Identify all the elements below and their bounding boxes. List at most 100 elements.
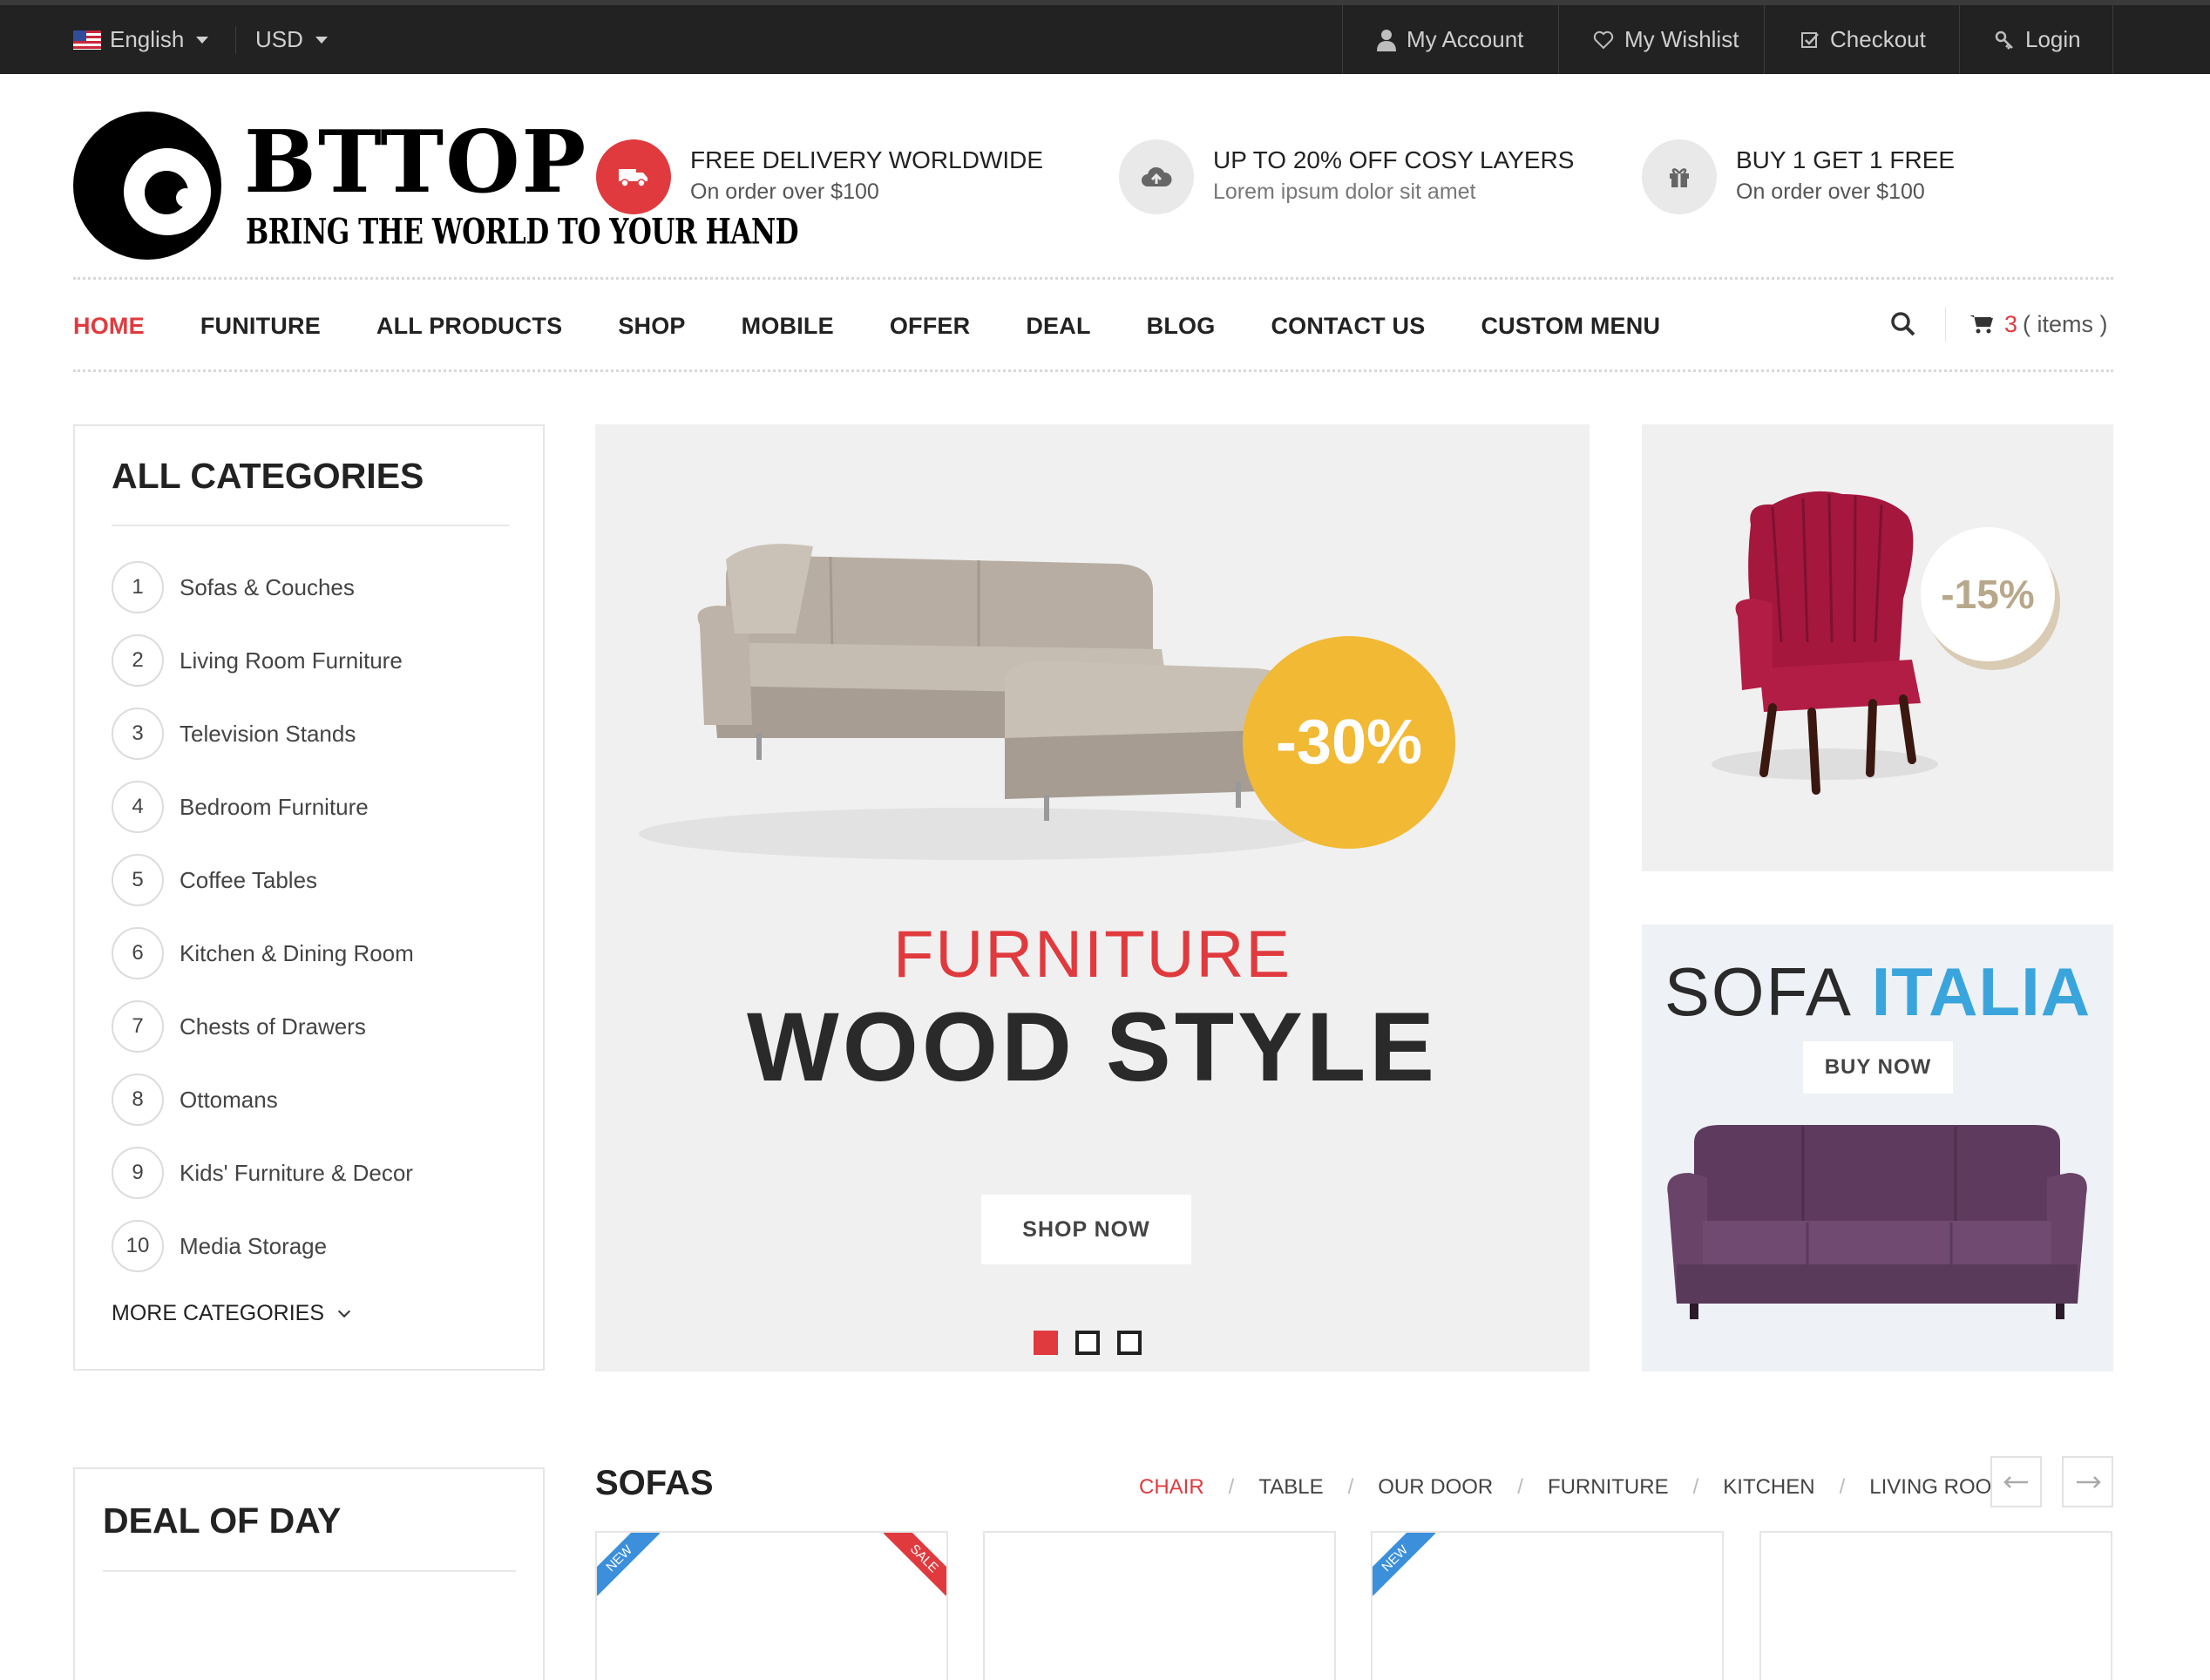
next-arrow-button[interactable] [2062, 1456, 2113, 1507]
nav-offer[interactable]: OFFER [890, 313, 971, 340]
category-item[interactable]: 4 Bedroom Furniture [112, 780, 369, 834]
checkout-link[interactable]: Checkout [1800, 5, 1926, 74]
deal-of-day-panel: DEAL OF DAY [73, 1467, 545, 1680]
language-selector[interactable]: English [73, 5, 209, 74]
my-wishlist-link[interactable]: My Wishlist [1593, 5, 1739, 74]
product-card[interactable] [1759, 1531, 2112, 1680]
category-item[interactable]: 10 Media Storage [112, 1219, 327, 1273]
feature-subtitle: Lorem ipsum dolor sit amet [1213, 180, 1476, 205]
product-card[interactable]: NEW SALE [595, 1531, 948, 1680]
language-label: English [110, 26, 185, 52]
logo[interactable]: BTTOP BRING THE WORLD TO YOUR HAND [73, 112, 799, 260]
prev-arrow-button[interactable] [1990, 1456, 2042, 1507]
nav-custom-menu[interactable]: CUSTOM MENU [1481, 313, 1660, 340]
divider [1945, 307, 1946, 342]
cart-icon [1969, 315, 1993, 334]
category-label: Kids' Furniture & Decor [180, 1159, 413, 1186]
category-label: Sofas & Couches [180, 573, 355, 600]
tab-living-room[interactable]: LIVING ROOM [1869, 1475, 2009, 1500]
discount-badge: -30% [1243, 636, 1455, 849]
my-wishlist-label: My Wishlist [1624, 26, 1739, 52]
checkbox-icon [1801, 31, 1819, 48]
banner-title-word: SOFA [1664, 953, 1853, 1030]
category-item[interactable]: 2 Living Room Furniture [112, 633, 403, 688]
armchair-image [1712, 491, 1938, 795]
category-number: 8 [112, 1074, 164, 1126]
category-item[interactable]: 5 Coffee Tables [112, 853, 317, 907]
cart-button[interactable]: 3 ( items ) [1969, 307, 2108, 342]
category-number: 9 [112, 1147, 164, 1199]
category-item[interactable]: 6 Kitchen & Dining Room [112, 926, 414, 980]
search-icon[interactable] [1889, 310, 1917, 338]
categories-panel: ALL CATEGORIES 1 Sofas & Couches 2 Livin… [73, 424, 545, 1371]
truck-icon [596, 139, 671, 214]
more-categories-label: MORE CATEGORIES [112, 1301, 325, 1325]
tab-chair[interactable]: CHAIR [1139, 1475, 1204, 1500]
nav-furniture[interactable]: FUNITURE [200, 313, 321, 340]
category-item[interactable]: 3 Television Stands [112, 707, 356, 761]
new-ribbon: NEW [597, 1533, 660, 1595]
product-card[interactable] [983, 1531, 1336, 1680]
nav-home[interactable]: HOME [73, 313, 145, 340]
logo-tagline: BRING THE WORLD TO YOUR HAND [246, 212, 799, 253]
currency-selector[interactable]: USD [255, 5, 328, 74]
nav-all-products[interactable]: ALL PRODUCTS [376, 313, 562, 340]
key-icon [1995, 30, 2013, 50]
tab-kitchen[interactable]: KITCHEN [1723, 1475, 1814, 1500]
category-item[interactable]: 9 Kids' Furniture & Decor [112, 1146, 413, 1200]
category-number: 6 [112, 927, 164, 979]
category-number: 2 [112, 634, 164, 687]
nav-deal[interactable]: DEAL [1026, 313, 1090, 340]
tab-separator: / [1839, 1475, 1846, 1499]
product-card[interactable]: NEW [1371, 1531, 1724, 1680]
more-categories-link[interactable]: MORE CATEGORIES [112, 1301, 351, 1326]
slide-dot[interactable] [1117, 1331, 1142, 1355]
slide-title: WOOD STYLE [747, 992, 1438, 1101]
cart-count: 3 [2004, 310, 2018, 337]
feature-discount: UP TO 20% OFF COSY LAYERS Lorem ipsum do… [1119, 138, 1574, 216]
feature-subtitle: On order over $100 [690, 180, 879, 205]
login-link[interactable]: Login [1994, 5, 2081, 74]
checkout-label: Checkout [1830, 26, 1926, 52]
sofa-italia-banner[interactable]: SOFA ITALIA BUY NOW [1642, 925, 2113, 1372]
top-bar: English USD My Account My Wishlist Check… [0, 0, 2210, 74]
caret-down-icon [315, 36, 328, 44]
tab-our-door[interactable]: OUR DOOR [1378, 1475, 1493, 1500]
chair-promo-banner[interactable]: -15% [1642, 424, 2113, 871]
buy-now-button[interactable]: BUY NOW [1803, 1041, 1953, 1094]
divider [1959, 5, 1960, 74]
slide-dot-active[interactable] [1034, 1331, 1058, 1355]
logo-title: BTTOP [244, 112, 588, 213]
category-item[interactable]: 1 Sofas & Couches [112, 560, 355, 614]
hero-slider[interactable]: -30% FURNITURE WOOD STYLE SHOP NOW [595, 424, 1590, 1372]
discount-badge: -15% [1921, 527, 2055, 661]
categories-title: ALL CATEGORIES [112, 456, 424, 496]
user-icon [1377, 29, 1396, 51]
main-nav: HOME FUNITURE ALL PRODUCTS SHOP MOBILE O… [73, 305, 1716, 347]
nav-blog[interactable]: BLOG [1147, 313, 1216, 340]
tab-separator: / [1692, 1475, 1699, 1499]
category-number: 7 [112, 1000, 164, 1053]
product-tabs: CHAIR / TABLE / OUR DOOR / FURNITURE / K… [1139, 1473, 2009, 1502]
category-label: Television Stands [180, 720, 356, 747]
feature-bogo: BUY 1 GET 1 FREE On order over $100 [1642, 138, 1955, 216]
nav-contact-us[interactable]: CONTACT US [1271, 313, 1425, 340]
section-title: SOFAS [595, 1464, 714, 1502]
banner-title-word: ITALIA [1871, 953, 2091, 1030]
slide-dot[interactable] [1075, 1331, 1100, 1355]
category-number: 1 [112, 561, 164, 613]
category-item[interactable]: 8 Ottomans [112, 1073, 278, 1127]
new-label: NEW [1373, 1533, 1435, 1595]
category-label: Kitchen & Dining Room [180, 939, 414, 966]
tab-table[interactable]: TABLE [1258, 1475, 1323, 1500]
currency-label: USD [255, 26, 303, 52]
tab-furniture[interactable]: FURNITURE [1548, 1475, 1669, 1500]
shop-now-button[interactable]: SHOP NOW [981, 1195, 1191, 1264]
my-account-link[interactable]: My Account [1377, 5, 1523, 74]
nav-shop[interactable]: SHOP [618, 313, 685, 340]
nav-mobile[interactable]: MOBILE [742, 313, 834, 340]
category-item[interactable]: 7 Chests of Drawers [112, 999, 366, 1053]
slide-subtitle: FURNITURE [892, 918, 1292, 992]
my-account-label: My Account [1407, 26, 1524, 52]
login-label: Login [2025, 26, 2081, 52]
